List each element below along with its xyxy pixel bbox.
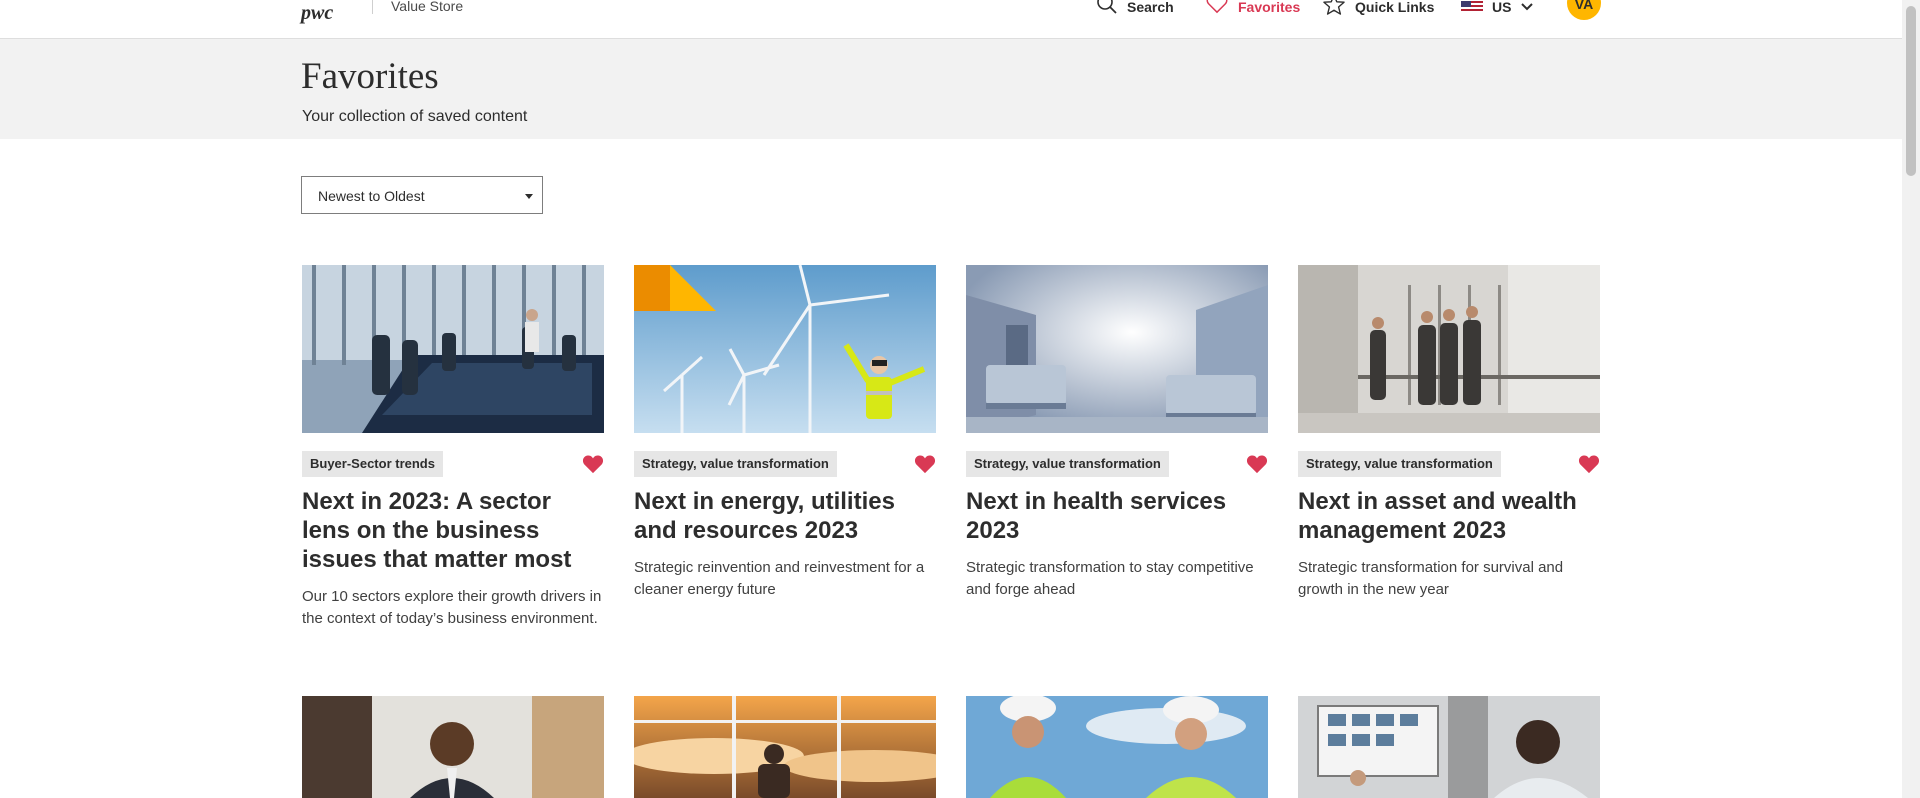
page-title: Favorites [301,56,439,97]
logo-text: pwc [301,2,334,24]
card-title[interactable]: Next in 2023: A sector lens on the busin… [302,487,604,574]
star-icon [1323,0,1345,15]
favorites-link[interactable]: Favorites [1206,0,1301,15]
heart-filled-icon[interactable] [1578,454,1600,474]
card-image-hospital-room[interactable] [966,265,1268,433]
scrollbar-thumb[interactable] [1906,6,1916,176]
logo-divider [372,0,373,14]
heart-filled-icon[interactable] [1246,454,1268,474]
pwc-logo[interactable]: pwc [301,0,345,24]
category-tag[interactable]: Strategy, value transformation [966,451,1169,477]
store-name[interactable]: Value Store [391,0,463,13]
card-image-construction-workers[interactable] [966,696,1268,798]
card-description: Strategic transformation to stay competi… [966,559,1254,598]
favorite-card[interactable]: Strategy, value transformation Next in e… [634,265,936,601]
favorite-card[interactable]: Strategy, value transformation Next in h… [966,265,1268,601]
favorite-card[interactable] [302,696,604,798]
heart-outline-icon [1206,0,1228,14]
favorite-card[interactable] [1298,696,1600,798]
card-image-sunset-clouds[interactable] [634,696,936,798]
search-label: Search [1127,0,1174,15]
category-tag[interactable]: Strategy, value transformation [1298,451,1501,477]
card-description: Strategic transformation for survival an… [1298,559,1564,598]
us-flag-icon [1461,1,1483,13]
favorites-label: Favorites [1238,0,1301,15]
page-header: Favorites Your collection of saved conte… [0,39,1902,139]
category-tag[interactable]: Buyer-Sector trends [302,451,443,477]
card-title[interactable]: Next in asset and wealth management 2023 [1298,487,1600,545]
favorite-card[interactable]: Buyer-Sector trends Next in 2023: A sect… [302,265,604,630]
heart-filled-icon[interactable] [582,454,604,474]
quick-links-label: Quick Links [1355,0,1435,15]
card-description: Strategic reinvention and reinvestment f… [634,559,925,598]
sort-selected-value: Newest to Oldest [318,188,425,204]
caret-down-icon [525,194,533,199]
favorite-card[interactable] [966,696,1268,798]
sort-select[interactable]: Newest to Oldest [301,176,543,214]
card-title[interactable]: Next in health services 2023 [966,487,1268,545]
page-scrollbar[interactable] [1902,0,1920,798]
top-navigation: pwc Value Store Search Favorites Quick L… [0,0,1902,39]
category-tag[interactable]: Strategy, value transformation [634,451,837,477]
search-icon [1097,0,1117,14]
card-image-business-conversation[interactable] [302,696,604,798]
quick-links-button[interactable]: Quick Links [1323,0,1435,15]
page-subtitle: Your collection of saved content [302,108,528,125]
search-button[interactable]: Search [1097,0,1174,15]
heart-filled-icon[interactable] [914,454,936,474]
card-image-wind-turbines[interactable] [634,265,936,433]
region-selector[interactable]: US [1461,0,1534,15]
card-description: Our 10 sectors explore their growth driv… [302,588,602,627]
user-avatar[interactable]: VA [1567,0,1601,20]
chevron-down-icon [1521,3,1534,11]
card-image-office-meeting[interactable] [1298,265,1600,433]
favorite-card[interactable]: Strategy, value transformation Next in a… [1298,265,1600,601]
card-title[interactable]: Next in energy, utilities and resources … [634,487,936,545]
favorite-card[interactable] [634,696,936,798]
card-image-boardroom[interactable] [302,265,604,433]
card-image-team-workspace[interactable] [1298,696,1600,798]
region-label: US [1492,0,1512,15]
